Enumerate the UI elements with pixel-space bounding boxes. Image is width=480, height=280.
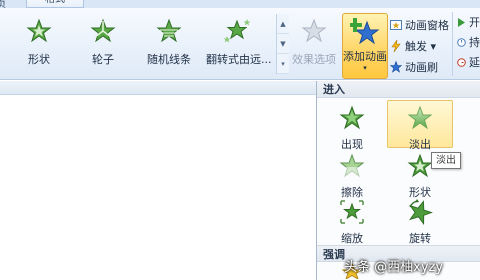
random-lines-star-icon [156, 18, 182, 43]
zoom-star-icon [340, 200, 364, 224]
gallery-item-flip[interactable]: 翻转式由远... [206, 12, 272, 70]
duration-option[interactable]: 持 [453, 32, 480, 52]
anim-item-zoom[interactable]: 缩放 [319, 195, 385, 245]
gallery-scrollbar[interactable]: ▲ ▼ ▾ [276, 14, 289, 74]
anim-item-fade[interactable]: 淡出 [387, 100, 453, 151]
gallery-scroll-down-button[interactable]: ▼ [277, 34, 289, 54]
anim-item-appear[interactable]: 出现 [319, 101, 385, 151]
start-label: 开 [469, 16, 480, 29]
gallery-item-shape[interactable]: 形状 [8, 12, 70, 70]
tooltip: 淡出 [431, 152, 461, 169]
animation-painter-icon [390, 60, 402, 73]
anim-item-spin[interactable]: 旋转 [387, 195, 453, 245]
effect-options-label: 效果选项 [292, 53, 336, 66]
wipe-star-icon [339, 153, 365, 178]
trigger-button[interactable]: 触发 ▾ [390, 37, 436, 54]
timing-group: 开 持 延 [452, 12, 480, 76]
anim-item-label: 旋转 [409, 232, 431, 245]
flip-star-icon [223, 19, 251, 43]
watermark: 头条 @西柚xyzy [344, 255, 443, 275]
animation-dropdown: 进入 出现 淡出 擦除 形状 缩放 旋转 强调 [316, 81, 480, 280]
shape-star-icon [407, 153, 433, 178]
ribbon-tab-strip: 页 格式 [0, 0, 480, 10]
animations-ribbon: 形状 轮子 随机线条 翻转式由远... ▲ ▼ ▾ 效果选项 添加动画 ▾ 动画… [0, 8, 480, 80]
gallery-item-wheel[interactable]: 轮子 [72, 12, 134, 70]
fade-star-icon [407, 105, 433, 130]
spin-star-icon [408, 199, 433, 225]
section-header-enter: 进入 [317, 81, 480, 98]
clock-icon [457, 37, 466, 47]
animation-pane-button[interactable]: 动画窗格 [390, 16, 449, 33]
gallery-item-random-lines[interactable]: 随机线条 [138, 12, 200, 70]
gallery-item-label: 随机线条 [147, 53, 191, 66]
tab-page[interactable]: 页 [0, 0, 6, 10]
tab-format[interactable]: 格式 [26, 0, 84, 8]
slide-pane-header [0, 81, 318, 95]
delay-icon [457, 57, 466, 67]
add-animation-button[interactable]: 添加动画 ▾ [342, 13, 388, 79]
gallery-item-label: 轮子 [92, 53, 114, 66]
gallery-scroll-up-button[interactable]: ▲ [277, 14, 289, 34]
duration-label: 持 [469, 36, 480, 49]
add-animation-label: 添加动画 [343, 50, 387, 63]
shape-star-icon [26, 18, 52, 43]
appear-star-icon [339, 105, 365, 130]
gallery-item-label: 翻转式由远... [206, 53, 272, 66]
wheel-star-icon [90, 18, 116, 43]
chevron-down-icon: ▾ [363, 64, 367, 72]
effect-options-star-icon [301, 18, 327, 43]
anim-item-label: 缩放 [341, 232, 363, 245]
watermark-text: 头条 @西柚xyzy [344, 259, 444, 275]
start-option[interactable]: 开 [453, 12, 480, 32]
delay-label: 延 [469, 56, 480, 69]
delay-option[interactable]: 延 [453, 52, 480, 72]
animation-gallery: 形状 轮子 随机线条 翻转式由远... ▲ ▼ ▾ [0, 10, 290, 76]
add-animation-star-icon [350, 18, 380, 45]
animation-pane-icon [390, 19, 402, 30]
effect-options-button[interactable]: 效果选项 [291, 14, 337, 70]
animation-pane-label: 动画窗格 [405, 18, 449, 32]
lightning-icon [391, 39, 401, 52]
anim-item-wipe[interactable]: 擦除 [319, 149, 385, 199]
gallery-item-label: 形状 [28, 53, 50, 66]
play-icon [458, 17, 465, 27]
gallery-more-button[interactable]: ▾ [277, 54, 289, 74]
trigger-label: 触发 ▾ [405, 39, 437, 53]
animation-painter-button[interactable]: 动画刷 [390, 58, 438, 75]
animation-painter-label: 动画刷 [405, 60, 438, 74]
